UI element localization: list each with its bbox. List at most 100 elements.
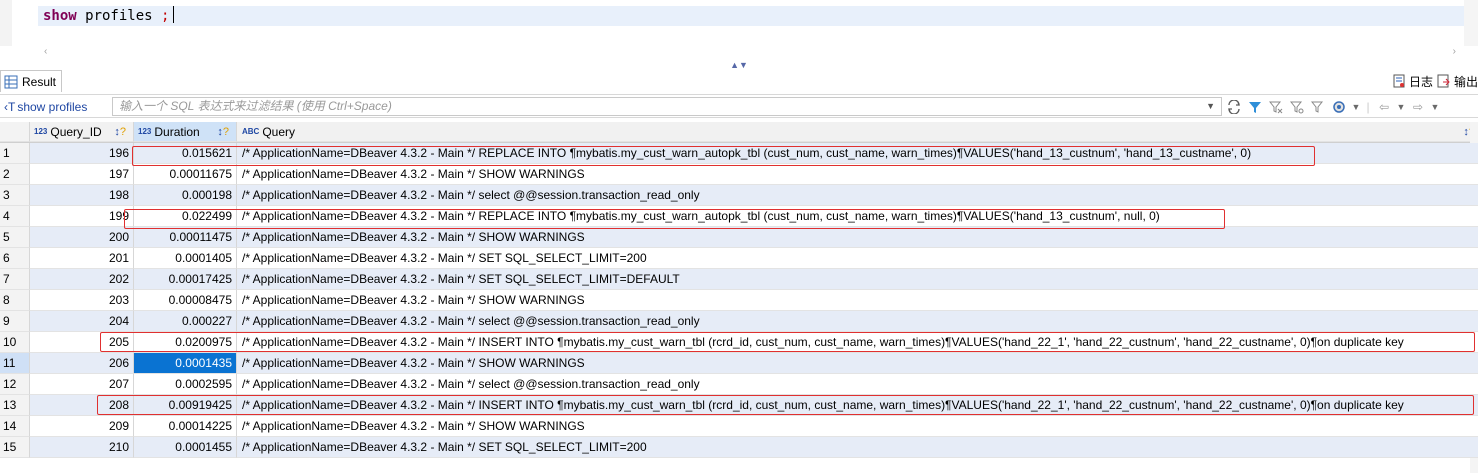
cell-duration[interactable]: 0.0001405: [134, 248, 237, 269]
row-number[interactable]: 8: [0, 290, 30, 311]
table-row[interactable]: 13 208 0.00919425/* ApplicationName=DBeave…: [0, 395, 1478, 416]
cell-query[interactable]: /* ApplicationName=DBeaver 4.3.2 - Main …: [237, 143, 1478, 164]
log-button[interactable]: 日志: [1393, 73, 1433, 90]
cell-query[interactable]: /* ApplicationName=DBeaver 4.3.2 - Main …: [237, 416, 1478, 437]
cell-query[interactable]: /* ApplicationName=DBeaver 4.3.2 - Main …: [237, 227, 1478, 248]
table-row[interactable]: 6 201 0.0001405/* ApplicationName=DBeaver …: [0, 248, 1478, 269]
dropdown-arrow-icon[interactable]: ▼: [1352, 99, 1361, 115]
scroll-right-icon[interactable]: ›: [1453, 46, 1456, 57]
row-number[interactable]: 13: [0, 395, 30, 416]
sort-icon[interactable]: ↕?: [114, 122, 126, 141]
cell-duration[interactable]: 0.00919425: [134, 395, 237, 416]
cell-query[interactable]: /* ApplicationName=DBeaver 4.3.2 - Main …: [237, 248, 1478, 269]
cell-duration[interactable]: 0.0001435: [134, 353, 237, 374]
cell-query-id[interactable]: 202: [30, 269, 134, 290]
cell-query-id[interactable]: 201: [30, 248, 134, 269]
cell-query[interactable]: /* ApplicationName=DBeaver 4.3.2 - Main …: [237, 374, 1478, 395]
cell-duration[interactable]: 0.022499: [134, 206, 237, 227]
filter-query-label[interactable]: ‹T show profiles: [4, 98, 87, 115]
row-number[interactable]: 14: [0, 416, 30, 437]
column-header-query[interactable]: ABC Query ↕?: [237, 122, 1478, 142]
cell-query[interactable]: /* ApplicationName=DBeaver 4.3.2 - Main …: [237, 290, 1478, 311]
cell-duration[interactable]: 0.000198: [134, 185, 237, 206]
row-number[interactable]: 7: [0, 269, 30, 290]
table-row[interactable]: 12 207 0.0002595/* ApplicationName=DBeaver…: [0, 374, 1478, 395]
dropdown-arrow-icon-2[interactable]: ▼: [1397, 99, 1406, 115]
sql-editor[interactable]: show profiles ;: [0, 0, 1478, 46]
table-row[interactable]: 11 206 0.0001435/* ApplicationName=DBeaver…: [0, 353, 1478, 374]
panel-splitter[interactable]: ▲▼: [0, 60, 1478, 70]
cell-query-id[interactable]: 196: [30, 143, 134, 164]
cell-duration[interactable]: 0.00011475: [134, 227, 237, 248]
row-number[interactable]: 11: [0, 353, 30, 374]
table-row[interactable]: 8 203 0.00008475/* ApplicationName=DBeaver…: [0, 290, 1478, 311]
filter-settings-icon[interactable]: [1289, 99, 1305, 115]
cell-query[interactable]: /* ApplicationName=DBeaver 4.3.2 - Main …: [237, 311, 1478, 332]
filter-clear-icon[interactable]: [1268, 99, 1284, 115]
cell-query[interactable]: /* ApplicationName=DBeaver 4.3.2 - Main …: [237, 269, 1478, 290]
table-row[interactable]: 10 205 0.0200975/* ApplicationName=DBeaver…: [0, 332, 1478, 353]
splitter-arrows-icon[interactable]: ▲▼: [730, 60, 748, 70]
cell-query-id[interactable]: 205: [30, 332, 134, 353]
row-number[interactable]: 5: [0, 227, 30, 248]
table-row[interactable]: 3 198 0.000198/* ApplicationName=DBeaver 4…: [0, 185, 1478, 206]
cell-query[interactable]: /* ApplicationName=DBeaver 4.3.2 - Main …: [237, 164, 1478, 185]
editor-horizontal-scrollbar[interactable]: ‹ ›: [38, 46, 1464, 60]
row-number[interactable]: 1: [0, 143, 30, 164]
cell-query-id[interactable]: 209: [30, 416, 134, 437]
table-row[interactable]: 7 202 0.00017425/* ApplicationName=DBeaver…: [0, 269, 1478, 290]
table-row[interactable]: 1 196 0.015621/* ApplicationName=DBeaver 4…: [0, 143, 1478, 164]
tab-result[interactable]: Result: [0, 70, 62, 92]
gear-icon[interactable]: [1331, 99, 1347, 115]
editor-line[interactable]: show profiles ;: [38, 6, 1464, 26]
cell-query[interactable]: /* ApplicationName=DBeaver 4.3.2 - Main …: [237, 395, 1478, 416]
cell-duration[interactable]: 0.0002595: [134, 374, 237, 395]
column-header-duration[interactable]: 123 Duration ↕?: [134, 122, 237, 142]
cell-query[interactable]: /* ApplicationName=DBeaver 4.3.2 - Main …: [237, 437, 1478, 458]
cell-query-id[interactable]: 198: [30, 185, 134, 206]
column-header-query-id[interactable]: 123 Query_ID ↕?: [30, 122, 134, 142]
cell-duration[interactable]: 0.015621: [134, 143, 237, 164]
cell-duration[interactable]: 0.00011675: [134, 164, 237, 185]
row-number[interactable]: 3: [0, 185, 30, 206]
filter-history-icon[interactable]: [1310, 99, 1326, 115]
cell-query-id[interactable]: 199: [30, 206, 134, 227]
scroll-left-icon[interactable]: ‹: [44, 46, 47, 57]
chevron-down-icon[interactable]: ▼: [1206, 98, 1215, 115]
cell-query-id[interactable]: 208: [30, 395, 134, 416]
row-number[interactable]: 12: [0, 374, 30, 395]
row-number[interactable]: 2: [0, 164, 30, 185]
cell-query[interactable]: /* ApplicationName=DBeaver 4.3.2 - Main …: [237, 332, 1478, 353]
table-row[interactable]: 15 210 0.0001455/* ApplicationName=DBeaver…: [0, 437, 1478, 458]
cell-query-id[interactable]: 197: [30, 164, 134, 185]
cell-query-id[interactable]: 204: [30, 311, 134, 332]
cell-duration[interactable]: 0.00017425: [134, 269, 237, 290]
forward-arrow-icon[interactable]: ⇨: [1410, 99, 1426, 115]
row-number[interactable]: 9: [0, 311, 30, 332]
filter-apply-icon[interactable]: [1247, 99, 1263, 115]
export-button[interactable]: 输出: [1437, 73, 1478, 90]
cell-query-id[interactable]: 210: [30, 437, 134, 458]
row-number[interactable]: 6: [0, 248, 30, 269]
table-row[interactable]: 2 197 0.00011675/* ApplicationName=DBeaver…: [0, 164, 1478, 185]
dropdown-arrow-icon-3[interactable]: ▼: [1431, 99, 1440, 115]
sort-icon[interactable]: ↕?: [217, 122, 229, 141]
back-arrow-icon[interactable]: ⇦: [1376, 99, 1392, 115]
filter-input[interactable]: 输入一个 SQL 表达式来过滤结果 (使用 Ctrl+Space) ▼: [112, 97, 1222, 116]
cell-duration[interactable]: 0.0001455: [134, 437, 237, 458]
cell-duration[interactable]: 0.00014225: [134, 416, 237, 437]
results-grid[interactable]: 123 Query_ID ↕? 123 Duration ↕? ABC Quer…: [0, 122, 1478, 473]
cell-query[interactable]: /* ApplicationName=DBeaver 4.3.2 - Main …: [237, 206, 1478, 227]
cell-duration[interactable]: 0.0200975: [134, 332, 237, 353]
row-number[interactable]: 15: [0, 437, 30, 458]
cell-query-id[interactable]: 207: [30, 374, 134, 395]
cell-query[interactable]: /* ApplicationName=DBeaver 4.3.2 - Main …: [237, 185, 1478, 206]
cell-duration[interactable]: 0.00008475: [134, 290, 237, 311]
row-number[interactable]: 4: [0, 206, 30, 227]
cell-query-id[interactable]: 203: [30, 290, 134, 311]
table-row[interactable]: 9 204 0.000227/* ApplicationName=DBeaver 4…: [0, 311, 1478, 332]
table-row[interactable]: 4 199 0.022499/* ApplicationName=DBeaver 4…: [0, 206, 1478, 227]
editor-vertical-scrollbar[interactable]: [1464, 0, 1478, 46]
row-number[interactable]: 10: [0, 332, 30, 353]
cell-query-id[interactable]: 200: [30, 227, 134, 248]
